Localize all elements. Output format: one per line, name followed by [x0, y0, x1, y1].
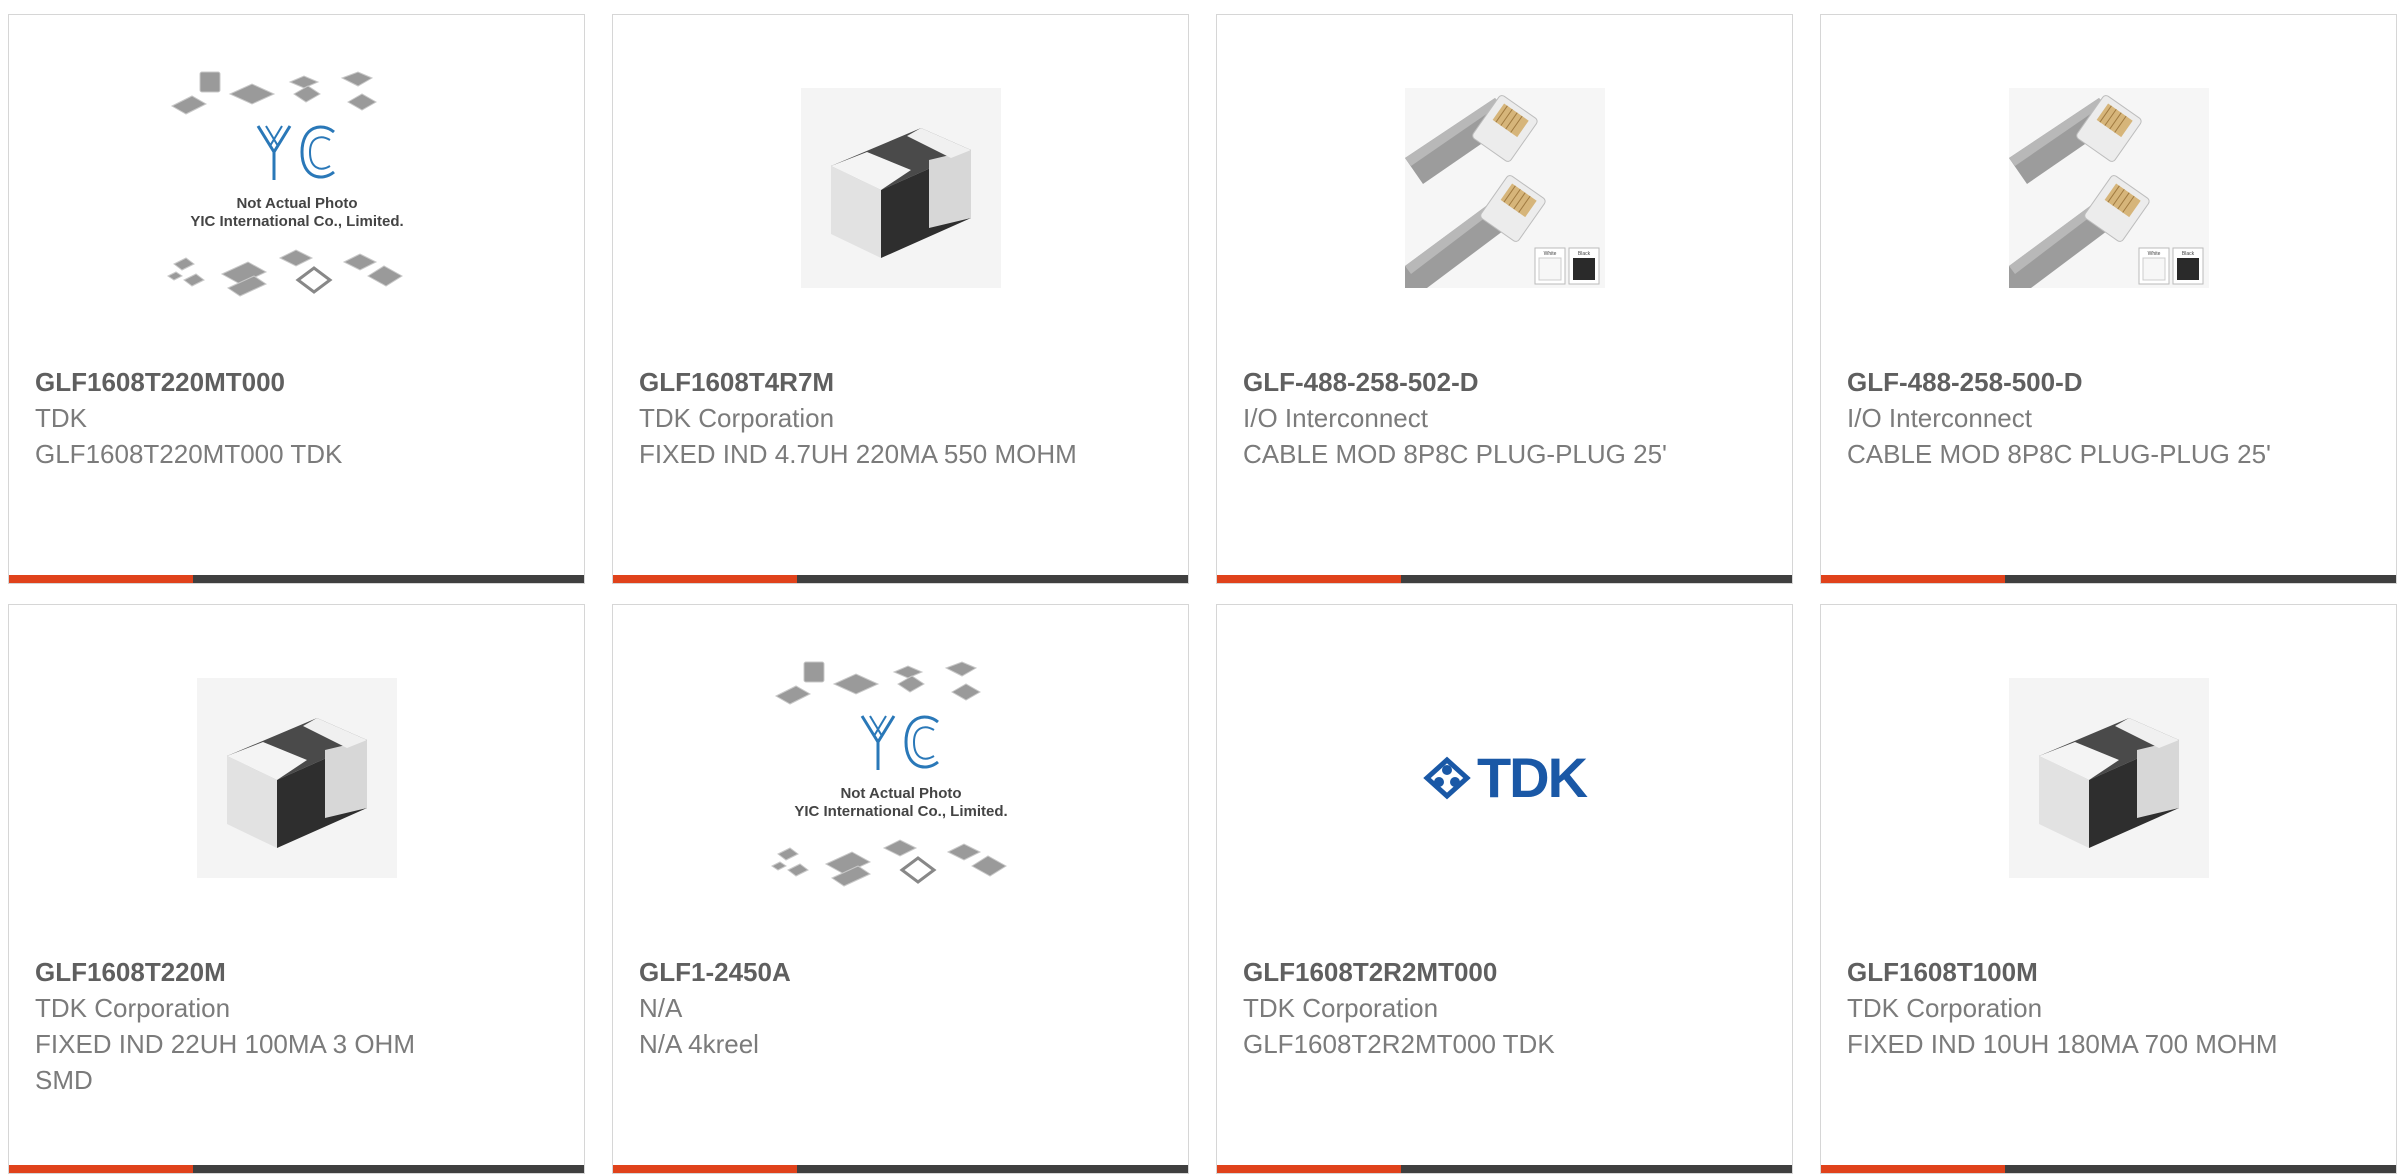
product-manufacturer: N/A — [639, 993, 683, 1023]
swatch-label-white: White — [1543, 251, 1556, 257]
product-part-number[interactable]: GLF1608T4R7M — [639, 364, 1162, 400]
card-footer-accent — [1821, 575, 2005, 583]
product-part-number[interactable]: GLF-488-258-500-D — [1847, 364, 2370, 400]
product-part-number[interactable]: GLF1-2450A — [639, 954, 1162, 990]
product-description: FIXED IND 22UH 100MA 3 OHM SMD — [35, 1029, 415, 1095]
product-image[interactable] — [613, 15, 1188, 360]
yic-placeholder-image: Not Actual Photo YIC International Co., … — [770, 660, 1007, 887]
product-description: CABLE MOD 8P8C PLUG-PLUG 25' — [1847, 439, 2271, 469]
product-part-number[interactable]: GLF-488-258-502-D — [1243, 364, 1766, 400]
product-card[interactable]: GLF1608T220M TDK Corporation FIXED IND 2… — [8, 604, 585, 1174]
yic-placeholder-image: Not Actual Photo YIC International Co., … — [166, 70, 403, 297]
product-description: GLF1608T2R2MT000 TDK — [1243, 1029, 1555, 1059]
image-caption-line2: YIC International Co., Limited. — [190, 213, 403, 230]
tdk-logo-text: TDK — [1476, 746, 1588, 809]
product-info: GLF1608T220MT000 TDK GLF1608T220MT000 TD… — [35, 364, 558, 472]
product-manufacturer: TDK Corporation — [1243, 993, 1439, 1023]
swatch-label-black: Black — [1577, 251, 1590, 257]
card-footer-bar — [1217, 575, 1792, 583]
card-footer-bar — [1821, 1165, 2396, 1173]
product-part-number[interactable]: GLF1608T100M — [1847, 954, 2370, 990]
product-image[interactable] — [9, 605, 584, 950]
product-info: GLF1608T100M TDK Corporation FIXED IND 1… — [1847, 954, 2370, 1062]
product-card[interactable]: Not Actual Photo YIC International Co., … — [612, 604, 1189, 1174]
product-info: GLF-488-258-502-D I/O Interconnect CABLE… — [1243, 364, 1766, 472]
product-info: GLF1608T4R7M TDK Corporation FIXED IND 4… — [639, 364, 1162, 472]
product-description: CABLE MOD 8P8C PLUG-PLUG 25' — [1243, 439, 1667, 469]
product-info: GLF1608T2R2MT000 TDK Corporation GLF1608… — [1243, 954, 1766, 1062]
product-part-number[interactable]: GLF1608T220M — [35, 954, 558, 990]
product-card[interactable]: White Black GLF-488-258-502-D I/O Interc… — [1216, 14, 1793, 584]
swatch-label-white: White — [2147, 251, 2160, 257]
product-description: FIXED IND 10UH 180MA 700 MOHM — [1847, 1029, 2278, 1059]
smd-inductor-image — [2008, 677, 2209, 878]
image-caption-line1: Not Actual Photo — [840, 785, 961, 802]
product-description: FIXED IND 4.7UH 220MA 550 MOHM — [639, 439, 1077, 469]
tdk-logo-image: TDK — [1423, 745, 1588, 810]
product-info: GLF1-2450A N/A N/A 4kreel — [639, 954, 1162, 1062]
product-card[interactable]: White Black GLF-488-258-500-D I/O Interc… — [1820, 14, 2397, 584]
card-footer-bar — [613, 1165, 1188, 1173]
product-image[interactable]: TDK — [1217, 605, 1792, 950]
product-manufacturer: TDK — [35, 403, 87, 433]
product-manufacturer: TDK Corporation — [1847, 993, 2043, 1023]
product-description: GLF1608T220MT000 TDK — [35, 439, 343, 469]
product-card[interactable]: GLF1608T4R7M TDK Corporation FIXED IND 4… — [612, 14, 1189, 584]
product-image[interactable]: White Black — [1217, 15, 1792, 360]
card-footer-bar — [1821, 575, 2396, 583]
card-footer-accent — [1821, 1165, 2005, 1173]
image-caption-line1: Not Actual Photo — [236, 195, 357, 212]
card-footer-accent — [9, 1165, 193, 1173]
smd-inductor-image — [800, 87, 1001, 288]
modular-cable-image: White Black — [1404, 87, 1605, 288]
modular-cable-image: White Black — [2008, 87, 2209, 288]
product-card[interactable]: GLF1608T100M TDK Corporation FIXED IND 1… — [1820, 604, 2397, 1174]
product-info: GLF1608T220M TDK Corporation FIXED IND 2… — [35, 954, 558, 1098]
card-footer-accent — [1217, 1165, 1401, 1173]
product-card[interactable]: TDK GLF1608T2R2MT000 TDK Corporation GLF… — [1216, 604, 1793, 1174]
card-footer-bar — [1217, 1165, 1792, 1173]
product-part-number[interactable]: GLF1608T2R2MT000 — [1243, 954, 1766, 990]
card-footer-accent — [613, 575, 797, 583]
product-part-number[interactable]: GLF1608T220MT000 — [35, 364, 558, 400]
product-description: N/A 4kreel — [639, 1029, 759, 1059]
product-image[interactable]: Not Actual Photo YIC International Co., … — [613, 605, 1188, 950]
smd-inductor-image — [196, 677, 397, 878]
product-image[interactable]: Not Actual Photo YIC International Co., … — [9, 15, 584, 360]
tdk-emblem-icon — [1423, 756, 1471, 799]
product-manufacturer: I/O Interconnect — [1847, 403, 2032, 433]
image-caption-line2: YIC International Co., Limited. — [794, 803, 1007, 820]
product-manufacturer: I/O Interconnect — [1243, 403, 1428, 433]
card-footer-accent — [9, 575, 193, 583]
card-footer-bar — [9, 1165, 584, 1173]
card-footer-bar — [9, 575, 584, 583]
card-footer-accent — [1217, 575, 1401, 583]
swatch-label-black: Black — [2181, 251, 2194, 257]
product-manufacturer: TDK Corporation — [639, 403, 835, 433]
product-info: GLF-488-258-500-D I/O Interconnect CABLE… — [1847, 364, 2370, 472]
product-image[interactable]: White Black — [1821, 15, 2396, 360]
card-footer-accent — [613, 1165, 797, 1173]
product-card[interactable]: Not Actual Photo YIC International Co., … — [8, 14, 585, 584]
product-manufacturer: TDK Corporation — [35, 993, 231, 1023]
card-footer-bar — [613, 575, 1188, 583]
product-grid: Not Actual Photo YIC International Co., … — [0, 0, 2400, 1174]
product-image[interactable] — [1821, 605, 2396, 950]
